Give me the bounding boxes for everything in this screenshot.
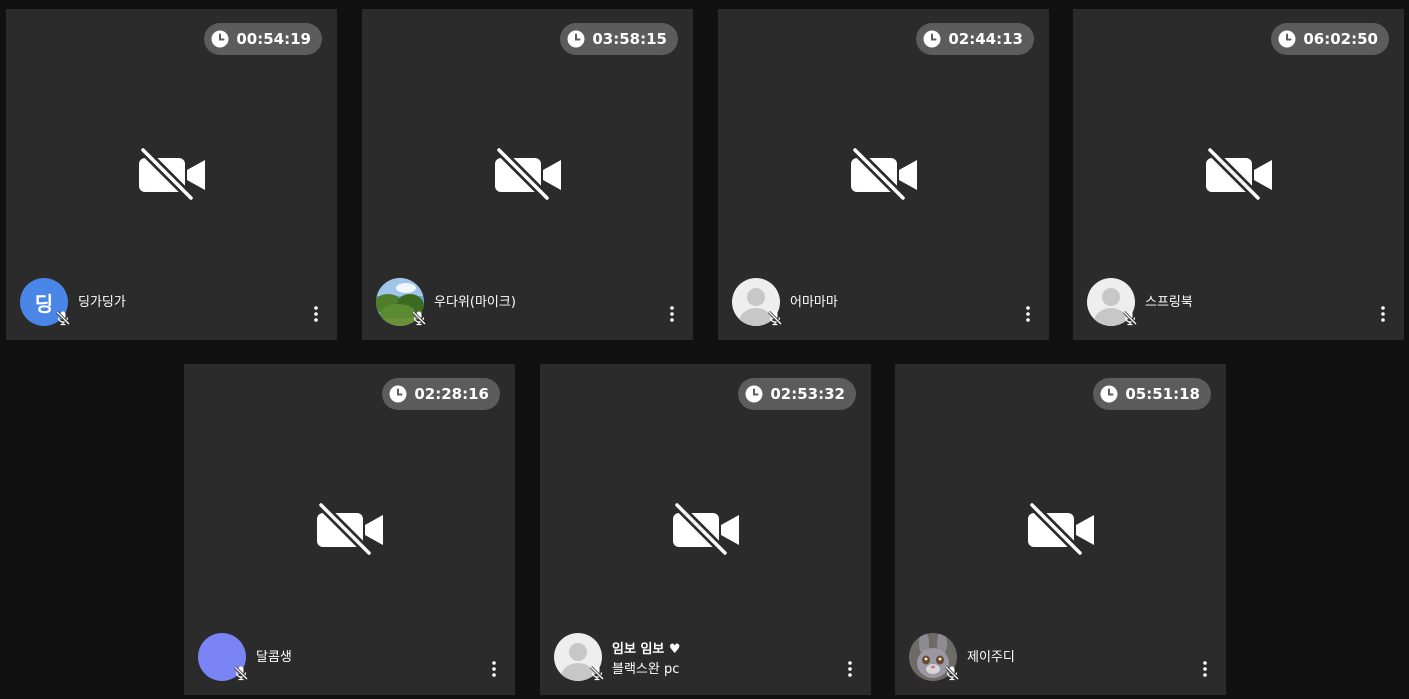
participant-name: 달콤생 (256, 650, 292, 665)
video-off-icon (1028, 503, 1094, 557)
timer-badge: 05:51:18 (1093, 378, 1211, 410)
more-vertical-icon[interactable] (489, 659, 499, 679)
timer-badge: 06:02:50 (1271, 23, 1389, 55)
participant-name: 어마마마 (790, 295, 838, 310)
timer-badge: 00:54:19 (204, 23, 322, 55)
more-vertical-icon[interactable] (667, 304, 677, 324)
more-vertical-icon[interactable] (845, 659, 855, 679)
mic-off-icon (944, 665, 960, 681)
video-off-icon (851, 148, 917, 202)
timer-text: 02:44:13 (948, 30, 1023, 48)
timer-text: 02:28:16 (414, 385, 489, 403)
timer-text: 03:58:15 (592, 30, 667, 48)
video-off-icon (673, 503, 739, 557)
participant-subtitle: 블랙스완 pc (612, 662, 680, 677)
participant-tile[interactable]: 02:44:13 어마마마 (718, 9, 1049, 340)
participant-name: 우다위(마이크) (434, 295, 516, 310)
participant-name: 스프링북 (1145, 295, 1193, 310)
more-vertical-icon[interactable] (1378, 304, 1388, 324)
participant-name: 임보 임보 ♥ (612, 642, 681, 657)
clock-icon (923, 30, 941, 48)
participant-name: 제이주디 (967, 650, 1015, 665)
timer-text: 06:02:50 (1303, 30, 1378, 48)
more-vertical-icon[interactable] (1023, 304, 1033, 324)
participant-tile[interactable]: 02:53:32 임보 임보 ♥ 블랙스완 pc (540, 364, 871, 695)
participant-tile[interactable]: 06:02:50 스프링북 (1073, 9, 1404, 340)
participant-tile[interactable]: 03:58:15 우다위(마이크) (362, 9, 693, 340)
participant-tile[interactable]: 00:54:19 딩 딩가딩가 (6, 9, 337, 340)
video-off-icon (139, 148, 205, 202)
mic-off-icon (767, 310, 783, 326)
timer-badge: 02:44:13 (916, 23, 1034, 55)
clock-icon (1100, 385, 1118, 403)
timer-text: 00:54:19 (236, 30, 311, 48)
participant-tile[interactable]: 02:28:16 달콤생 (184, 364, 515, 695)
timer-badge: 03:58:15 (560, 23, 678, 55)
clock-icon (1278, 30, 1296, 48)
timer-text: 02:53:32 (770, 385, 845, 403)
video-off-icon (317, 503, 383, 557)
participant-name: 딩가딩가 (78, 295, 126, 310)
mic-off-icon (589, 665, 605, 681)
clock-icon (389, 385, 407, 403)
mic-off-icon (411, 310, 427, 326)
more-vertical-icon[interactable] (1200, 659, 1210, 679)
clock-icon (567, 30, 585, 48)
mic-off-icon (233, 665, 249, 681)
video-off-icon (1206, 148, 1272, 202)
timer-badge: 02:53:32 (738, 378, 856, 410)
video-off-icon (495, 148, 561, 202)
mic-off-icon (55, 310, 71, 326)
participant-tile[interactable]: 05:51:18 제이주디 (895, 364, 1226, 695)
timer-badge: 02:28:16 (382, 378, 500, 410)
clock-icon (745, 385, 763, 403)
more-vertical-icon[interactable] (311, 304, 321, 324)
video-grid: 00:54:19 딩 딩가딩가 03:58:15 우다위(마이크) 02:44:… (0, 0, 1409, 699)
clock-icon (211, 30, 229, 48)
mic-off-icon (1122, 310, 1138, 326)
timer-text: 05:51:18 (1125, 385, 1200, 403)
